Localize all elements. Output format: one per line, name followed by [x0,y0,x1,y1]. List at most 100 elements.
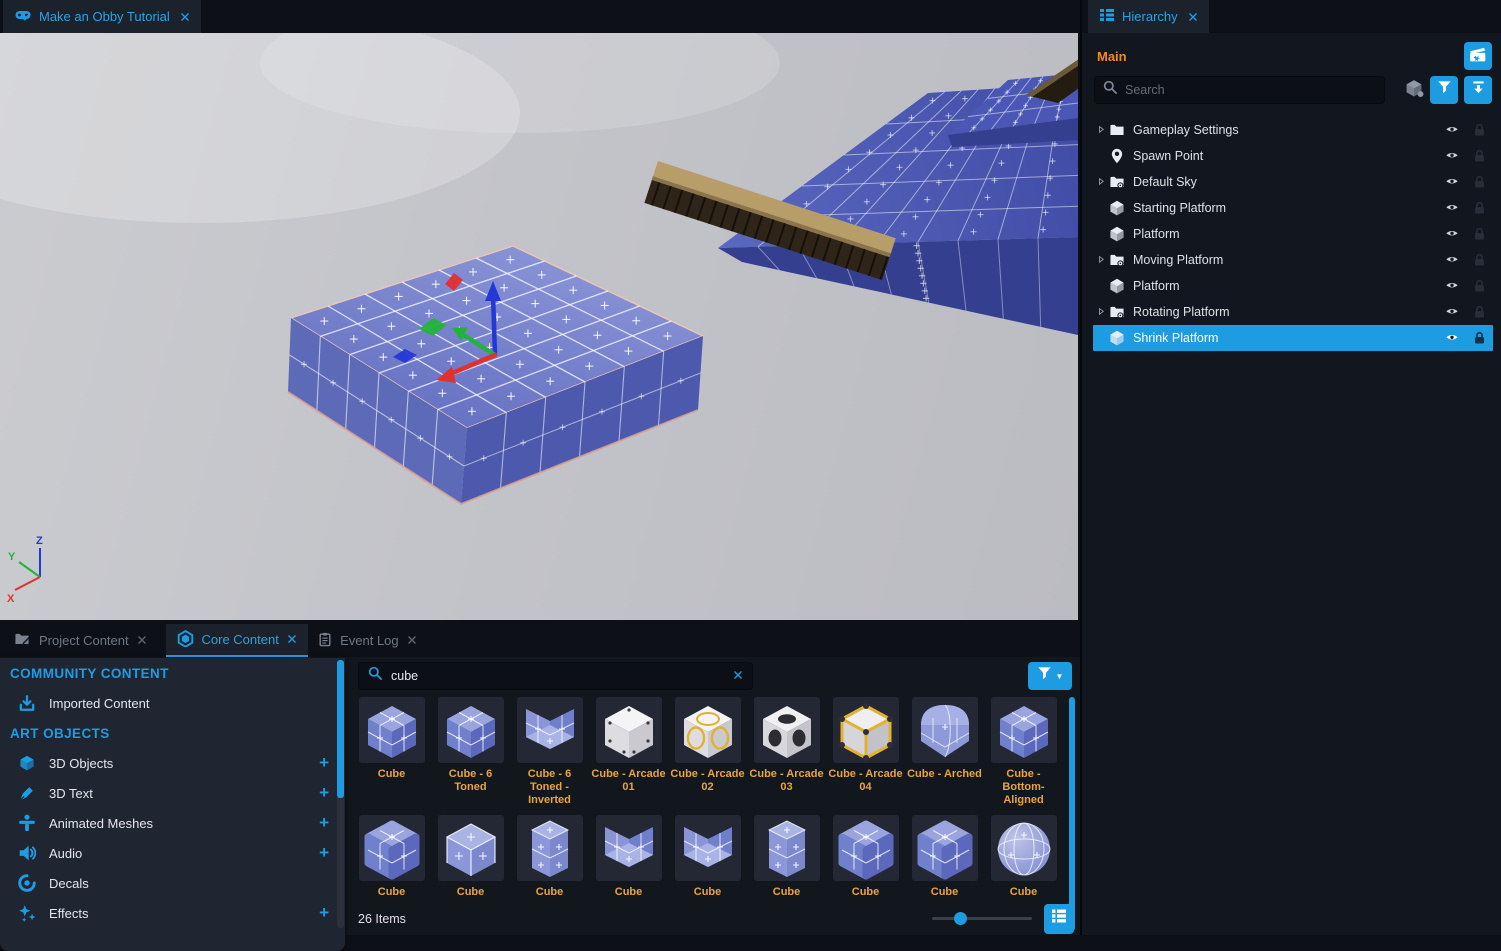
asset-item[interactable]: Cube [352,697,431,807]
asset-item[interactable]: Cube - Arcade 02 [668,697,747,807]
close-icon[interactable] [287,632,297,647]
asset-thumbnail-cube[interactable] [675,697,741,763]
asset-item[interactable]: Cube [431,815,510,899]
asset-thumbnail-cube[interactable] [991,697,1057,763]
add-icon[interactable]: + [319,753,329,773]
asset-item[interactable]: Cube - Arcade 01 [589,697,668,807]
hierarchy-item-spawn-point[interactable]: Spawn Point [1093,143,1493,169]
thumbnail-size-slider[interactable] [932,917,1032,920]
expand-caret-icon[interactable] [1095,254,1108,266]
sidebar-item-animated-meshes[interactable]: Animated Meshes+ [0,808,345,838]
hierarchy-search[interactable] [1094,76,1385,104]
expand-caret-icon[interactable] [1095,306,1108,318]
tab-make-an-obby-tutorial[interactable]: Make an Obby Tutorial [3,0,201,33]
hierarchy-item-rotating-platform[interactable]: Rotating Platform [1093,299,1493,325]
asset-thumbnail-cube[interactable] [675,815,741,881]
asset-item[interactable]: Cube [747,815,826,899]
asset-item[interactable]: Cube [352,815,431,899]
asset-thumbnail-cube[interactable] [833,697,899,763]
asset-item[interactable]: Cube [668,815,747,899]
hierarchy-item-moving-platform[interactable]: Moving Platform [1093,247,1493,273]
add-icon[interactable]: + [319,783,329,803]
asset-item[interactable]: Cube [510,815,589,899]
asset-search-input[interactable] [391,669,725,683]
visibility-eye-icon[interactable] [1442,306,1462,319]
hierarchy-item-gameplay-settings[interactable]: Gameplay Settings [1093,117,1493,143]
cube-badge-icon[interactable] [1404,79,1424,102]
tab-project-content[interactable]: Project Content [2,624,158,657]
visibility-eye-icon[interactable] [1442,150,1462,163]
asset-thumbnail-cube[interactable] [991,815,1057,881]
sidebar-item-audio[interactable]: Audio+ [0,838,345,868]
hierarchy-search-input[interactable] [1125,83,1376,97]
asset-thumbnail-cube[interactable] [359,697,425,763]
visibility-eye-icon[interactable] [1442,202,1462,215]
lock-icon[interactable] [1471,175,1487,189]
close-icon[interactable] [180,12,190,22]
visibility-eye-icon[interactable] [1442,332,1462,345]
asset-item[interactable]: Cube [826,815,905,899]
slider-thumb[interactable] [954,912,967,925]
asset-thumbnail-cube[interactable] [438,815,504,881]
asset-item[interactable]: Cube - Arcade 04 [826,697,905,807]
lock-icon[interactable] [1471,253,1487,267]
expand-caret-icon[interactable] [1095,176,1108,188]
asset-thumbnail-cube[interactable] [754,815,820,881]
asset-item[interactable]: Cube [984,815,1063,899]
asset-thumbnail-cube[interactable] [517,697,583,763]
asset-item[interactable]: Cube - Arcade 03 [747,697,826,807]
lock-icon[interactable] [1471,123,1487,137]
asset-search[interactable] [358,662,753,690]
asset-item[interactable]: Cube - Arched [905,697,984,807]
hierarchy-item-shrink-platform[interactable]: Shrink Platform [1093,325,1493,351]
lock-icon[interactable] [1471,331,1487,345]
asset-item[interactable]: Cube [589,815,668,899]
close-icon[interactable] [137,633,147,648]
visibility-eye-icon[interactable] [1442,254,1462,267]
asset-item[interactable]: Cube - 6 Toned [431,697,510,807]
sidebar-scrollbar-thumb[interactable] [337,660,344,798]
sidebar-item-imported-content[interactable]: Imported Content [0,688,345,718]
asset-filter-button[interactable]: ▼ [1028,662,1072,690]
lock-icon[interactable] [1471,279,1487,293]
add-icon[interactable]: + [319,903,329,923]
hierarchy-item-default-sky[interactable]: Default Sky [1093,169,1493,195]
tab-event-log[interactable]: Event Log [307,624,428,657]
close-icon[interactable] [1188,12,1198,22]
visibility-eye-icon[interactable] [1442,228,1462,241]
hierarchy-item-platform[interactable]: Platform [1093,221,1493,247]
close-icon[interactable] [407,633,417,648]
sidebar-item-decals[interactable]: Decals [0,868,345,898]
hierarchy-item-starting-platform[interactable]: Starting Platform [1093,195,1493,221]
clear-search-icon[interactable] [733,667,743,685]
asset-grid-scrollbar[interactable] [1069,697,1075,931]
lock-icon[interactable] [1471,227,1487,241]
asset-thumbnail-cube[interactable] [359,815,425,881]
asset-item[interactable]: Cube [905,815,984,899]
collapse-all-button[interactable] [1464,76,1492,104]
asset-thumbnail-cube[interactable] [517,815,583,881]
asset-thumbnail-cube[interactable] [754,697,820,763]
asset-item[interactable]: Cube - Bottom-Aligned [984,697,1063,807]
visibility-eye-icon[interactable] [1442,124,1462,137]
grid-view-button[interactable] [1044,904,1074,934]
asset-thumbnail-cube[interactable] [912,697,978,763]
hierarchy-filter-button[interactable] [1430,76,1458,104]
asset-thumbnail-cube[interactable] [912,815,978,881]
asset-item[interactable]: Cube - 6 Toned - Inverted [510,697,589,807]
asset-thumbnail-cube[interactable] [833,815,899,881]
asset-thumbnail-cube[interactable] [438,697,504,763]
asset-thumbnail-cube[interactable] [596,697,662,763]
lock-icon[interactable] [1471,149,1487,163]
visibility-eye-icon[interactable] [1442,176,1462,189]
visibility-eye-icon[interactable] [1442,280,1462,293]
hierarchy-item-platform[interactable]: Platform [1093,273,1493,299]
sidebar-item-3d-objects[interactable]: 3D Objects+ [0,748,345,778]
add-icon[interactable]: + [319,843,329,863]
asset-thumbnail-cube[interactable] [596,815,662,881]
scene-capture-button[interactable] [1464,42,1492,70]
sidebar-item-effects[interactable]: Effects+ [0,898,345,928]
scene-viewport[interactable]: Z Y X [0,33,1078,620]
lock-icon[interactable] [1471,201,1487,215]
sidebar-scrollbar[interactable] [337,660,344,928]
